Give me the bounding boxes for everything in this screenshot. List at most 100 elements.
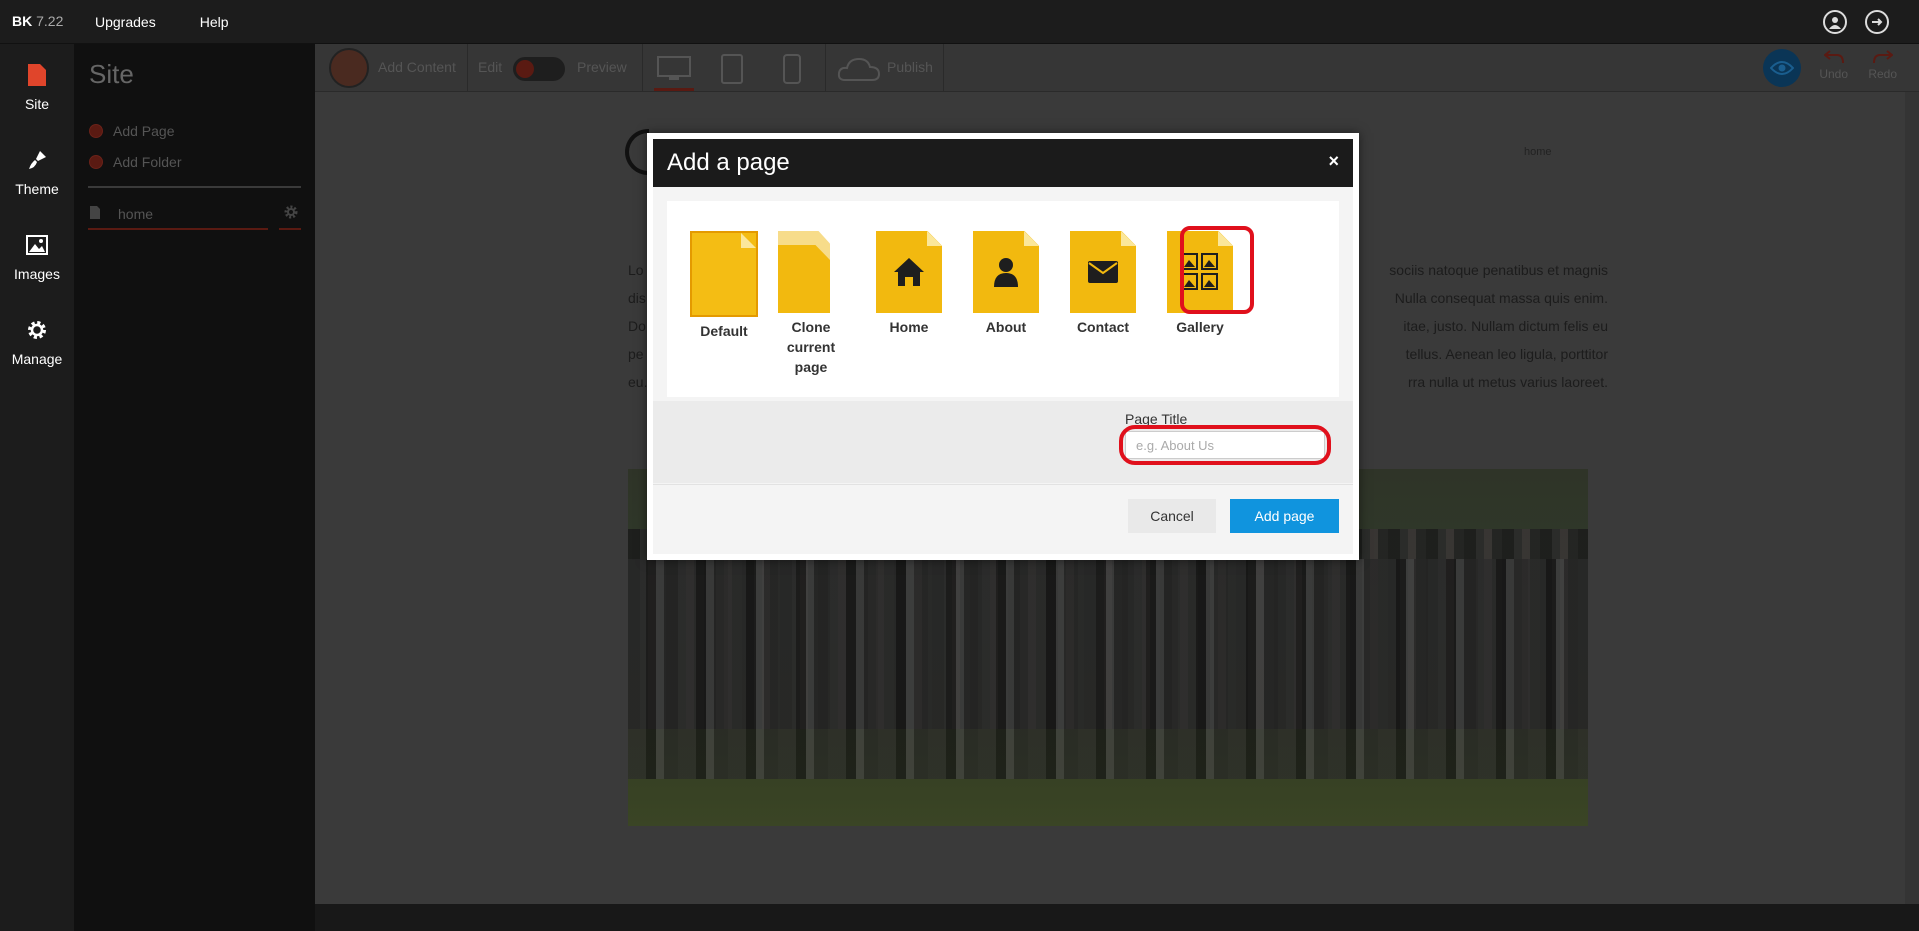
page-icon <box>90 206 100 219</box>
rail-item-images[interactable]: Images <box>0 230 74 282</box>
desktop-view-icon[interactable] <box>656 56 692 82</box>
doc-front <box>778 245 830 313</box>
toolbar-divider <box>467 44 468 92</box>
template-picker: Default Clone current page Home About Co… <box>667 201 1339 397</box>
page-tree-item-home[interactable]: home <box>88 204 301 234</box>
add-page-button[interactable]: Add page <box>1230 499 1339 533</box>
rail-label-site: Site <box>24 96 50 112</box>
clone-page-icon <box>778 231 844 313</box>
text-line-left-1: Lo <box>628 262 644 278</box>
text-line-right-3: itae, justo. Nullam dictum felis eu <box>1403 318 1608 334</box>
page-title-form: Page Title <box>653 401 1353 483</box>
contact-page-doc <box>1070 231 1136 313</box>
top-nav: Upgrades Help <box>95 14 229 30</box>
eye-icon <box>1770 61 1794 75</box>
editor-scrollbar[interactable] <box>1905 92 1919 904</box>
template-home[interactable]: Home <box>869 231 949 337</box>
text-line-right-4: tellus. Aenean leo ligula, porttitor <box>1405 346 1608 362</box>
top-bar: BK 7.22 Upgrades Help <box>0 0 1919 44</box>
brand-logo: BK <box>12 13 33 29</box>
toolbar-divider <box>943 44 944 92</box>
dialog-title: Add a page <box>667 149 790 176</box>
template-label: About <box>985 319 1027 335</box>
template-about[interactable]: About <box>966 231 1046 337</box>
version-label: 7.22 <box>36 13 64 29</box>
text-line-right-5: rra nulla ut metus varius laoreet. <box>1408 374 1608 390</box>
panel-title: Site <box>89 59 134 89</box>
site-logo <box>625 129 649 175</box>
template-default[interactable]: Default <box>684 231 764 341</box>
eye-preview-button[interactable] <box>1763 49 1801 87</box>
add-icon <box>89 155 103 169</box>
upgrades-link[interactable]: Upgrades <box>95 14 156 30</box>
add-folder-link[interactable]: Add Folder <box>89 154 181 170</box>
redo-button[interactable]: Redo <box>1868 50 1897 81</box>
about-page-doc <box>973 231 1039 313</box>
user-account-icon[interactable] <box>1823 10 1847 34</box>
image-icon <box>0 230 74 260</box>
template-clone-current-page[interactable]: Clone current page <box>771 231 851 377</box>
rail-item-site[interactable]: Site <box>0 60 74 112</box>
preview-label: Preview <box>577 59 627 75</box>
rail-item-theme[interactable]: Theme <box>0 145 74 197</box>
site-nav-home: home <box>1524 146 1552 158</box>
add-content-grid-icon[interactable] <box>329 48 369 88</box>
logout-icon[interactable] <box>1865 10 1889 34</box>
envelope-icon <box>1070 231 1136 313</box>
active-device-underline <box>654 88 694 91</box>
help-link[interactable]: Help <box>200 14 229 30</box>
toolbar-divider <box>825 44 826 92</box>
tablet-view-icon[interactable] <box>721 54 743 84</box>
rail-label-manage: Manage <box>11 351 63 367</box>
rail-label-images: Images <box>14 266 60 282</box>
rail-label-theme: Theme <box>15 181 59 197</box>
publish-button[interactable]: Publish <box>887 59 933 75</box>
add-folder-label: Add Folder <box>113 154 182 170</box>
dialog-footer: Cancel Add page <box>653 484 1353 554</box>
toolbar-divider <box>642 44 643 92</box>
redo-icon <box>1872 50 1894 64</box>
page-tree-label: home <box>118 206 154 222</box>
add-page-dialog: Add a page × Default Clone current page <box>647 133 1359 560</box>
mobile-view-icon[interactable] <box>783 54 801 84</box>
add-page-link[interactable]: Add Page <box>89 123 175 139</box>
page-icon <box>0 60 74 90</box>
add-page-label: Add Page <box>113 123 175 139</box>
add-content-button[interactable]: Add Content <box>378 59 456 75</box>
brand: BK 7.22 <box>12 13 63 29</box>
text-line-left-5: eu. <box>628 374 648 390</box>
add-icon <box>89 124 103 138</box>
brush-icon <box>0 145 74 175</box>
template-label: Default <box>700 323 748 339</box>
top-icons <box>1823 10 1889 34</box>
template-label: Clone current page <box>786 319 836 375</box>
page-settings-gear-icon[interactable] <box>283 204 299 220</box>
close-icon[interactable]: × <box>1328 151 1339 172</box>
person-icon <box>973 231 1039 313</box>
template-label: Home <box>889 319 929 335</box>
undo-button[interactable]: Undo <box>1819 50 1848 81</box>
home-page-doc <box>876 231 942 313</box>
dialog-header: Add a page × <box>653 139 1353 187</box>
text-line-left-4: pe <box>628 346 644 362</box>
editor-footer-strip <box>315 904 1919 931</box>
gear-underline <box>279 228 301 230</box>
redo-label: Redo <box>1868 67 1897 81</box>
toggle-knob <box>516 60 534 78</box>
edit-preview-toggle[interactable] <box>513 57 565 81</box>
template-contact[interactable]: Contact <box>1063 231 1143 337</box>
photo-crowd-layer <box>628 559 1588 779</box>
home-icon <box>876 231 942 313</box>
gear-icon <box>0 315 74 345</box>
edit-label: Edit <box>478 59 503 75</box>
divider <box>88 186 301 188</box>
left-rail: Site Theme Images Manage <box>0 44 74 931</box>
undo-label: Undo <box>1819 67 1848 81</box>
selected-underline <box>88 228 268 230</box>
highlight-ring <box>1180 226 1254 314</box>
template-label: Contact <box>1076 319 1130 335</box>
text-line-right-1: sociis natoque penatibus et magnis <box>1389 262 1608 278</box>
cancel-button[interactable]: Cancel <box>1128 499 1216 533</box>
rail-item-manage[interactable]: Manage <box>0 315 74 367</box>
highlight-ring <box>1119 425 1331 465</box>
